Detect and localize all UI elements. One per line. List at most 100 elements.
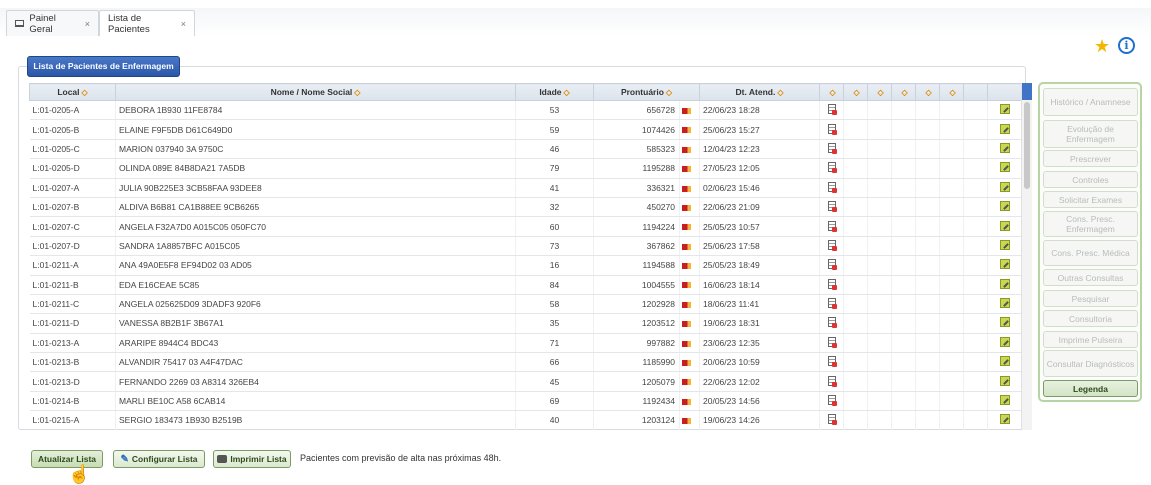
imprimir-lista-button[interactable]: Imprimir Lista <box>213 450 291 468</box>
table-row[interactable]: L:01-0205-C MARION 037940 3A 9750C 46 58532… <box>29 139 1021 160</box>
side-button-6[interactable]: Cons. Presc. Médica <box>1043 240 1138 266</box>
info-icon[interactable]: i <box>1118 37 1135 54</box>
cell-doc[interactable] <box>819 139 845 160</box>
side-button-8[interactable]: Pesquisar <box>1043 290 1138 307</box>
table-row[interactable]: L:01-0213-A ARARIPE 8944C4 BDC43 71 997882 2… <box>29 333 1021 354</box>
document-icon[interactable] <box>827 162 837 174</box>
edit-icon[interactable] <box>999 181 1010 192</box>
cell-edit[interactable] <box>987 352 1021 373</box>
document-icon[interactable] <box>827 395 837 407</box>
document-icon[interactable] <box>827 356 837 368</box>
table-row[interactable]: L:01-0207-D SANDRA 1A8857BFC A015C05 73 367… <box>29 236 1021 257</box>
table-row[interactable]: L:01-0213-D FERNANDO 2269 03 A8314 326EB4… <box>29 371 1021 392</box>
cell-doc[interactable] <box>819 197 845 218</box>
cell-doc[interactable] <box>819 255 845 276</box>
side-button-2[interactable]: Prescrever <box>1043 150 1138 167</box>
side-button-7[interactable]: Outras Consultas <box>1043 269 1138 286</box>
table-row[interactable]: L:01-0211-B EDA E16CEAE 5C85 84 1004555 16/0… <box>29 275 1021 295</box>
edit-icon[interactable] <box>999 414 1010 425</box>
col-header-idade[interactable]: Idade ◇ <box>515 83 594 101</box>
side-button-5[interactable]: Cons. Presc. Enfermagem <box>1043 211 1138 237</box>
cell-doc[interactable] <box>819 352 845 373</box>
col-header-local[interactable]: Local ◇ <box>29 83 116 101</box>
col-header-icon-5[interactable]: ◇ <box>915 83 941 101</box>
col-header-icon-4[interactable]: ◇ <box>891 83 917 101</box>
star-icon[interactable]: ★ <box>1094 36 1110 57</box>
table-row[interactable]: L:01-0205-D OLINDA 089E 84B8DA21 7A5DB 79 1… <box>29 158 1021 179</box>
cell-doc[interactable] <box>819 158 845 179</box>
cell-edit[interactable] <box>987 371 1021 392</box>
cell-edit[interactable] <box>987 158 1021 179</box>
document-icon[interactable] <box>827 414 837 426</box>
document-icon[interactable] <box>827 239 837 251</box>
cell-doc[interactable] <box>819 178 845 198</box>
document-icon[interactable] <box>827 181 837 193</box>
document-icon[interactable] <box>827 317 837 329</box>
document-icon[interactable] <box>827 298 837 310</box>
cell-edit[interactable] <box>987 255 1021 276</box>
cell-doc[interactable] <box>819 333 845 354</box>
table-row[interactable]: L:01-0207-B ALDIVA B6B81 CA1B88EE 9CB6265… <box>29 197 1021 218</box>
table-row[interactable]: L:01-0205-A DEBORA 1B930 11FE8784 53 656728… <box>29 100 1021 121</box>
side-button-9[interactable]: Consultoria <box>1043 310 1138 327</box>
atualizar-lista-button[interactable]: Atualizar Lista <box>31 450 103 468</box>
side-button-4[interactable]: Solicitar Exames <box>1043 191 1138 208</box>
edit-icon[interactable] <box>999 259 1010 270</box>
cell-edit[interactable] <box>987 391 1021 412</box>
cell-edit[interactable] <box>987 139 1021 160</box>
document-icon[interactable] <box>827 104 837 116</box>
edit-icon[interactable] <box>999 220 1010 231</box>
edit-icon[interactable] <box>999 278 1010 289</box>
side-button-12[interactable]: Legenda <box>1043 380 1138 397</box>
edit-icon[interactable] <box>999 298 1010 309</box>
side-button-1[interactable]: Evolução de Enfermagem <box>1043 120 1138 148</box>
document-icon[interactable] <box>827 336 837 348</box>
cell-doc[interactable] <box>819 391 845 412</box>
cell-doc[interactable] <box>819 410 845 430</box>
col-header-icon-6[interactable]: ◇ <box>939 83 965 101</box>
cell-edit[interactable] <box>987 178 1021 198</box>
cell-edit[interactable] <box>987 333 1021 354</box>
table-row[interactable]: L:01-0207-A JULIA 90B225E3 3CB58FAA 93DEE… <box>29 178 1021 198</box>
col-header-icon-3[interactable]: ◇ <box>867 83 893 101</box>
document-icon[interactable] <box>827 278 837 290</box>
table-row[interactable]: L:01-0207-C ANGELA F32A7D0 A015C05 050FC7… <box>29 216 1021 237</box>
document-icon[interactable] <box>827 220 837 232</box>
document-icon[interactable] <box>827 375 837 387</box>
edit-icon[interactable] <box>999 142 1010 153</box>
edit-icon[interactable] <box>999 104 1010 115</box>
tab-lista-de-pacientes[interactable]: Lista de Pacientes × <box>99 10 195 36</box>
col-header-icon-1[interactable]: ◇ <box>819 83 845 101</box>
cell-edit[interactable] <box>987 294 1021 315</box>
col-header-nome[interactable]: Nome / Nome Social ◇ <box>115 83 516 101</box>
table-row[interactable]: L:01-0211-D VANESSA 8B2B1F 3B67A1 35 120351… <box>29 313 1021 334</box>
edit-icon[interactable] <box>999 395 1010 406</box>
edit-icon[interactable] <box>999 356 1010 367</box>
table-row[interactable]: L:01-0211-A ANA 49A0E5F8 EF94D02 03 AD05 1… <box>29 255 1021 276</box>
col-header-dt-atend[interactable]: Dt. Atend. ◇ <box>699 83 821 101</box>
edit-icon[interactable] <box>999 375 1010 386</box>
table-row[interactable]: L:01-0214-B MARLI BE10C A58 6CAB14 69 11924… <box>29 391 1021 412</box>
col-header-prontuario[interactable]: Prontuário ◇ <box>592 83 701 101</box>
cell-edit[interactable] <box>987 236 1021 257</box>
document-icon[interactable] <box>827 259 837 271</box>
cell-edit[interactable] <box>987 410 1021 430</box>
cell-edit[interactable] <box>987 119 1021 140</box>
side-button-3[interactable]: Controles <box>1043 171 1138 188</box>
cell-doc[interactable] <box>819 294 845 315</box>
document-icon[interactable] <box>827 142 837 154</box>
cell-doc[interactable] <box>819 100 845 121</box>
document-icon[interactable] <box>827 123 837 135</box>
cell-doc[interactable] <box>819 371 845 392</box>
close-icon[interactable]: × <box>181 19 186 29</box>
tab-painel-geral[interactable]: Painel Geral × <box>6 10 99 36</box>
side-button-10[interactable]: Imprime Pulseira <box>1043 331 1138 348</box>
configurar-lista-button[interactable]: ✎ Configurar Lista <box>113 450 205 468</box>
side-button-0[interactable]: Histórico / Anamnese <box>1043 88 1138 116</box>
cell-edit[interactable] <box>987 197 1021 218</box>
edit-icon[interactable] <box>999 239 1010 250</box>
cell-doc[interactable] <box>819 275 845 295</box>
table-row[interactable]: L:01-0215-A SERGIO 183473 1B930 B2519B 40 1… <box>29 410 1021 430</box>
cell-edit[interactable] <box>987 216 1021 237</box>
cell-edit[interactable] <box>987 100 1021 121</box>
